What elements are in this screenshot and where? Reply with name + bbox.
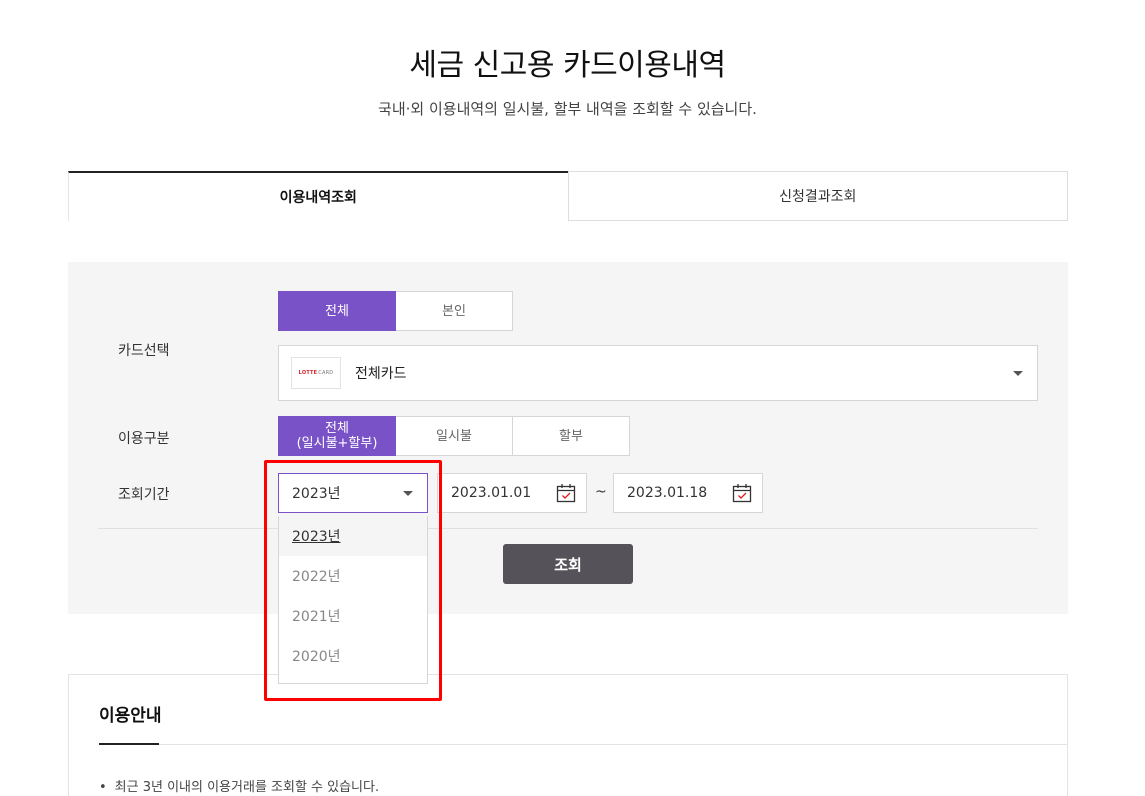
card-select-dropdown[interactable]: LOTTE CARD 전체카드 — [278, 345, 1038, 401]
card-select-value: 전체카드 — [355, 366, 407, 382]
owner-option-self[interactable]: 본인 — [396, 291, 513, 331]
year-option-2023[interactable]: 2023년 — [279, 516, 427, 556]
usage-type-group: 전체 (일시불+할부) 일시불 할부 — [278, 416, 630, 456]
page-title: 세금 신고용 카드이용내역 — [409, 48, 726, 83]
chevron-down-icon — [1013, 371, 1023, 376]
period-label: 조회기간 — [118, 487, 170, 503]
calendar-icon[interactable] — [732, 483, 752, 503]
start-date-field[interactable]: 2023.01.01 — [437, 473, 587, 513]
chevron-down-icon — [403, 491, 413, 496]
usage-option-all-label: 전체 — [325, 421, 349, 436]
owner-toggle-group: 전체 본인 — [278, 291, 513, 331]
search-panel: 카드선택 전체 본인 LOTTE CARD 전체카드 이용구분 전체 (일시불+할… — [68, 262, 1068, 614]
tab-usage-history[interactable]: 이용내역조회 — [68, 171, 568, 221]
year-option-2020[interactable]: 2020년 — [279, 636, 427, 676]
usage-type-label: 이용구분 — [118, 431, 170, 447]
year-select[interactable]: 2023년 — [278, 473, 428, 513]
page-subtitle: 국내·외 이용내역의 일시불, 할부 내역을 조회할 수 있습니다. — [378, 100, 757, 118]
lotte-card-logo: LOTTE CARD — [291, 357, 341, 389]
start-date-value: 2023.01.01 — [451, 485, 532, 501]
bullet-icon: • — [99, 780, 107, 795]
form-divider — [98, 528, 1038, 529]
card-logo-card: CARD — [318, 370, 334, 376]
usage-guide-item-text: 최근 3년 이내의 이용거래를 조회할 수 있습니다. — [114, 780, 380, 795]
usage-option-all-sublabel: (일시불+할부) — [296, 436, 378, 451]
tab-application-results[interactable]: 신청결과조회 — [567, 171, 1068, 221]
search-button[interactable]: 조회 — [503, 544, 633, 584]
owner-option-all[interactable]: 전체 — [278, 291, 396, 331]
calendar-icon[interactable] — [556, 483, 576, 503]
year-option-2021[interactable]: 2021년 — [279, 596, 427, 636]
usage-option-lump-sum[interactable]: 일시불 — [396, 416, 513, 456]
year-option-2022[interactable]: 2022년 — [279, 556, 427, 596]
usage-guide-item: • 최근 3년 이내의 이용거래를 조회할 수 있습니다. — [99, 776, 379, 795]
year-select-value: 2023년 — [292, 486, 341, 502]
end-date-value: 2023.01.18 — [627, 485, 708, 501]
card-select-label: 카드선택 — [118, 343, 170, 359]
end-date-field[interactable]: 2023.01.18 — [613, 473, 763, 513]
usage-guide-title: 이용안내 — [99, 706, 162, 726]
usage-guide-section: 이용안내 • 최근 3년 이내의 이용거래를 조회할 수 있습니다. — [68, 674, 1068, 796]
usage-option-all[interactable]: 전체 (일시불+할부) — [278, 416, 396, 456]
date-range-separator: ~ — [595, 484, 607, 500]
year-dropdown-list: 2023년 2022년 2021년 2020년 — [278, 516, 428, 684]
usage-guide-divider — [159, 744, 1067, 745]
card-logo-brand: LOTTE — [298, 370, 318, 376]
usage-option-installment[interactable]: 할부 — [513, 416, 630, 456]
usage-guide-title-underline — [99, 743, 159, 745]
tab-bar: 이용내역조회 신청결과조회 — [68, 171, 1068, 221]
